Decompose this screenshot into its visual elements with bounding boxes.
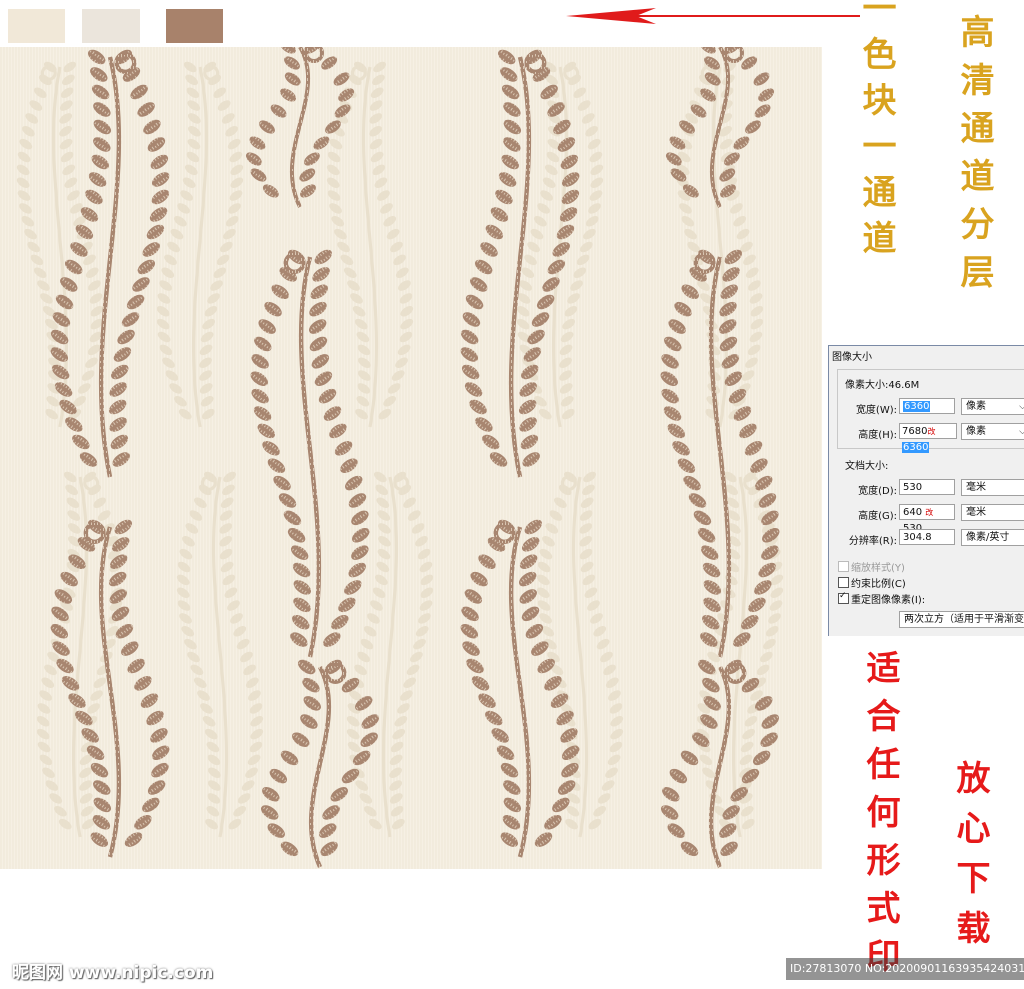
- doc-width-value: 530: [903, 482, 923, 493]
- scale-styles-label: 缩放样式(Y): [851, 563, 905, 574]
- doc-height-field[interactable]: 640 改 530: [899, 504, 955, 534]
- pixel-size-label: 像素大小:46.6M: [843, 376, 922, 391]
- height-unit-select[interactable]: 像素 ⌵: [961, 423, 1024, 440]
- width-label: 宽度(W):: [855, 405, 897, 416]
- watermark-logo: 昵图网 www.nipic.com: [12, 963, 214, 983]
- doc-height-unit-value: 毫米: [966, 507, 986, 518]
- dialog-title: 图像大小: [832, 352, 872, 363]
- doc-height-unit-select[interactable]: 毫米: [961, 504, 1024, 521]
- floral-pattern: [0, 47, 822, 869]
- swatch-cream: [8, 9, 65, 43]
- doc-width-unit-value: 毫米: [966, 482, 986, 493]
- chevron-down-icon: ⌵: [1019, 399, 1024, 415]
- image-size-dialog: 图像大小 像素大小:46.6M 宽度(W): 6360 像素 ⌵ 高度(H): 7…: [828, 345, 1024, 636]
- doc-size-label: 文档大小:: [843, 457, 891, 472]
- height-value: 6360: [902, 442, 930, 453]
- width-value: 6360: [903, 401, 931, 412]
- width-field[interactable]: 6360: [899, 398, 955, 414]
- height-change-mark: 改: [927, 427, 936, 436]
- caption-hd-channel-layers: 高清通道分层: [954, 14, 994, 302]
- resolution-label: 分辨率(R):: [848, 536, 897, 547]
- constrain-proportions-label: 约束比例(C): [851, 579, 906, 590]
- scale-styles-checkbox[interactable]: [838, 561, 849, 572]
- caption-one-color-one-channel: 一色块一通道: [856, 0, 896, 266]
- resample-method-select[interactable]: 两次立方（适用于平滑渐变: [899, 611, 1024, 628]
- height-old-value: 7680: [902, 426, 928, 437]
- resolution-value: 304.8: [903, 532, 932, 543]
- width-unit-value: 像素: [966, 401, 986, 412]
- constrain-proportions-checkbox[interactable]: [838, 577, 849, 588]
- arrow-left-icon: [566, 8, 860, 24]
- resample-checkbox[interactable]: [838, 591, 849, 604]
- doc-width-unit-select[interactable]: 毫米: [961, 479, 1024, 496]
- height-field[interactable]: 7680改 6360: [899, 423, 957, 453]
- caption-download-safe: 放心下载: [950, 760, 990, 960]
- swatch-brown: [166, 9, 223, 43]
- doc-height-old-value: 640: [903, 507, 923, 518]
- doc-height-change-mark: 改: [925, 508, 934, 517]
- resolution-unit-select[interactable]: 像素/英寸: [961, 529, 1024, 546]
- swatch-light-beige: [82, 9, 140, 43]
- height-label: 高度(H):: [858, 430, 897, 441]
- doc-width-label: 宽度(D):: [858, 486, 897, 497]
- resolution-unit-value: 像素/英寸: [966, 532, 1010, 543]
- resample-label: 重定图像像素(I):: [851, 595, 926, 606]
- width-unit-select[interactable]: 像素 ⌵: [961, 398, 1024, 415]
- caption-suitable-any-print: 适合任何形式印: [860, 650, 900, 986]
- doc-width-field[interactable]: 530: [899, 479, 955, 495]
- height-unit-value: 像素: [966, 426, 986, 437]
- chevron-down-icon: ⌵: [1019, 424, 1024, 440]
- watermark-id: ID:27813070 NO:20200901163935424031: [786, 958, 1024, 980]
- resolution-field[interactable]: 304.8: [899, 529, 955, 545]
- doc-height-label: 高度(G):: [858, 511, 897, 522]
- resample-method-value: 两次立方（适用于平滑渐变: [904, 614, 1024, 625]
